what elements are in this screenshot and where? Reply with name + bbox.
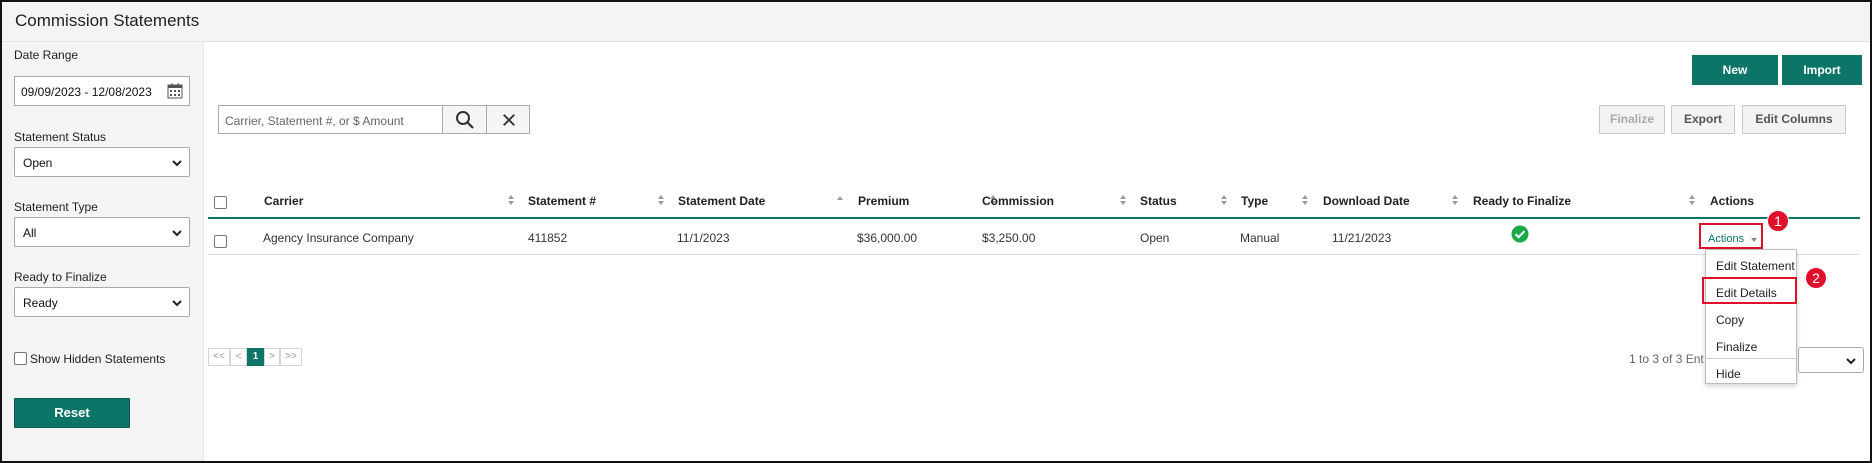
filter-sidebar: Date Range 09/09/2023 - 12/08/2023 State… — [2, 42, 204, 461]
title-bar: Commission Statements — [2, 2, 1870, 42]
main-content: New Import Carrier, Statement #, or $ Am… — [206, 43, 1870, 461]
search-button[interactable] — [442, 105, 487, 134]
column-header-premium[interactable]: Premium — [858, 194, 909, 208]
reset-button[interactable]: Reset — [14, 398, 130, 428]
cell-status: Open — [1140, 231, 1170, 245]
new-button[interactable]: New — [1692, 55, 1778, 85]
header-divider — [208, 217, 1860, 219]
show-hidden-label: Show Hidden Statements — [30, 351, 166, 366]
page-next-button[interactable]: > — [264, 348, 280, 366]
cell-statement-date: 11/1/2023 — [677, 231, 730, 245]
page-first-button[interactable]: << — [208, 348, 230, 366]
chevron-down-icon — [172, 160, 182, 167]
page-number-current[interactable]: 1 — [247, 348, 264, 366]
ready-to-finalize-label: Ready to Finalize — [14, 270, 107, 284]
sort-icon[interactable] — [657, 194, 665, 206]
menu-item-hide[interactable]: Hide — [1716, 367, 1741, 381]
column-header-actions: Actions — [1710, 194, 1755, 208]
row-divider — [208, 254, 1860, 255]
check-circle-icon — [1511, 225, 1529, 243]
menu-separator — [1706, 358, 1796, 359]
cell-statement-number: 411852 — [528, 231, 568, 245]
page-prev-button[interactable]: < — [230, 348, 247, 366]
statement-status-select[interactable]: Open — [14, 147, 190, 177]
sort-ascending-icon[interactable] — [836, 194, 844, 206]
column-header-commission[interactable]: Commission — [982, 194, 1054, 208]
column-header-carrier[interactable]: Carrier — [264, 194, 303, 208]
cell-premium: $36,000.00 — [857, 231, 918, 245]
column-header-statement-date[interactable]: Statement Date — [678, 194, 765, 208]
cell-carrier: Agency Insurance Company — [263, 231, 414, 245]
date-range-value: 09/09/2023 - 12/08/2023 — [21, 85, 152, 99]
app-frame: Commission Statements Date Range 09/09/2… — [0, 0, 1872, 463]
select-all-checkbox[interactable] — [214, 196, 227, 209]
cell-commission: $3,250.00 — [982, 231, 1036, 245]
page-title: Commission Statements — [15, 11, 200, 30]
menu-item-finalize[interactable]: Finalize — [1716, 340, 1757, 354]
page-size-select[interactable] — [1798, 347, 1864, 373]
search-placeholder: Carrier, Statement #, or $ Amount — [225, 114, 404, 128]
statement-type-select[interactable]: All — [14, 217, 190, 247]
sort-icon[interactable] — [1119, 194, 1127, 206]
step-badge-2: 2 — [1805, 267, 1827, 289]
entries-summary: 1 to 3 of 3 Ent — [1629, 352, 1704, 366]
menu-item-edit-statement[interactable]: Edit Statement — [1716, 259, 1795, 273]
ready-to-finalize-select[interactable]: Ready — [14, 287, 190, 317]
actions-menu: Edit Statement Edit Details Copy Finaliz… — [1705, 249, 1797, 384]
show-hidden-row: Show Hidden Statements — [14, 351, 165, 366]
page-last-button[interactable]: >> — [280, 348, 302, 366]
cell-download-date: 11/21/2023 — [1332, 231, 1392, 245]
column-header-download-date[interactable]: Download Date — [1323, 194, 1410, 208]
calendar-icon[interactable] — [167, 83, 183, 99]
sort-icon[interactable] — [1220, 194, 1228, 206]
chevron-down-icon — [172, 300, 182, 307]
column-header-ready-to-finalize[interactable]: Ready to Finalize — [1473, 194, 1571, 208]
ready-to-finalize-value: Ready — [23, 296, 58, 310]
clear-search-button[interactable] — [486, 105, 530, 134]
statement-type-value: All — [23, 226, 37, 240]
import-button[interactable]: Import — [1782, 55, 1862, 85]
step-badge-1: 1 — [1767, 210, 1789, 232]
sort-icon[interactable] — [1688, 194, 1696, 206]
chevron-down-icon — [1846, 358, 1856, 365]
highlight-actions — [1699, 223, 1763, 249]
cell-type: Manual — [1240, 231, 1280, 245]
statement-status-label: Statement Status — [14, 130, 107, 144]
highlight-edit-details — [1702, 277, 1797, 304]
statement-type-label: Statement Type — [14, 200, 98, 214]
statement-status-value: Open — [23, 156, 53, 170]
date-range-label: Date Range — [14, 48, 79, 62]
sort-icon[interactable] — [1451, 194, 1459, 206]
column-header-statement-number[interactable]: Statement # — [528, 194, 596, 208]
search-icon — [456, 111, 474, 129]
show-hidden-checkbox[interactable] — [14, 352, 27, 366]
sort-icon[interactable] — [1301, 194, 1309, 206]
sort-icon[interactable] — [507, 194, 515, 206]
search-input[interactable]: Carrier, Statement #, or $ Amount — [218, 105, 443, 134]
finalize-button[interactable]: Finalize — [1599, 105, 1665, 134]
column-header-status[interactable]: Status — [1140, 194, 1177, 208]
export-button[interactable]: Export — [1671, 105, 1735, 134]
date-range-input[interactable]: 09/09/2023 - 12/08/2023 — [14, 76, 190, 106]
row-checkbox[interactable] — [214, 235, 227, 248]
edit-columns-button[interactable]: Edit Columns — [1742, 105, 1846, 134]
column-header-type[interactable]: Type — [1241, 194, 1268, 208]
close-icon — [503, 114, 515, 126]
menu-item-copy[interactable]: Copy — [1716, 313, 1744, 327]
chevron-down-icon — [172, 230, 182, 237]
